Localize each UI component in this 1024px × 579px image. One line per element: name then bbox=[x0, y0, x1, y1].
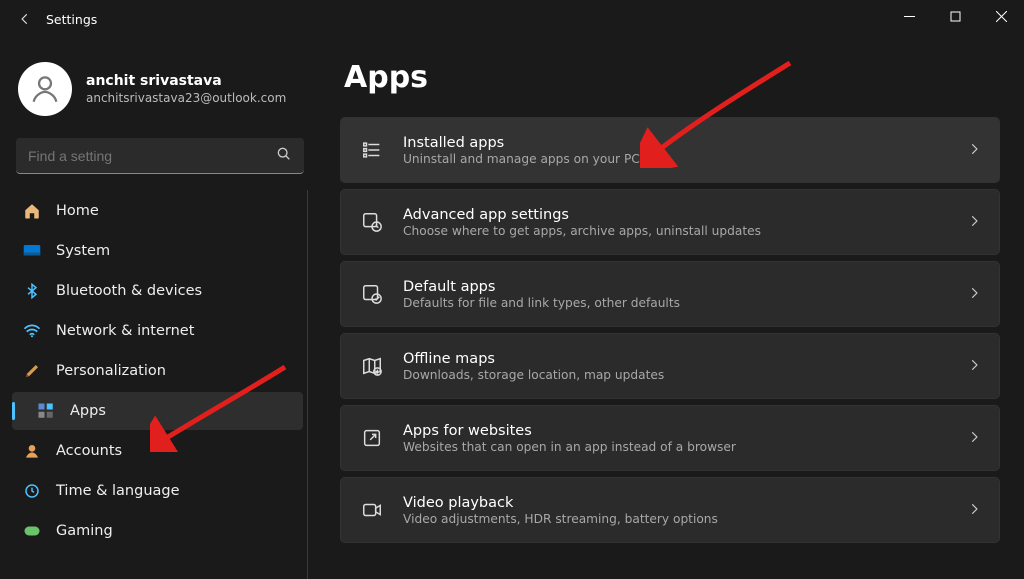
chevron-right-icon bbox=[967, 213, 981, 232]
system-icon bbox=[22, 244, 42, 258]
card-title: Apps for websites bbox=[403, 423, 949, 439]
chevron-right-icon bbox=[967, 141, 981, 160]
sidebar-item-label: System bbox=[56, 243, 110, 259]
app-settings-icon bbox=[359, 211, 385, 233]
search-icon bbox=[276, 146, 292, 166]
sidebar-item-label: Network & internet bbox=[56, 323, 194, 339]
maximize-button[interactable] bbox=[932, 0, 978, 32]
sidebar-item-time[interactable]: Time & language bbox=[12, 472, 303, 510]
profile-email: anchitsrivastava23@outlook.com bbox=[86, 91, 286, 105]
profile-block[interactable]: anchit srivastava anchitsrivastava23@out… bbox=[12, 48, 308, 134]
window-title: Settings bbox=[46, 12, 97, 27]
card-title: Advanced app settings bbox=[403, 207, 949, 223]
open-external-icon bbox=[359, 427, 385, 449]
card-title: Video playback bbox=[403, 495, 949, 511]
sidebar-item-label: Time & language bbox=[56, 483, 180, 499]
card-video-playback[interactable]: Video playback Video adjustments, HDR st… bbox=[340, 477, 1000, 543]
card-subtitle: Downloads, storage location, map updates bbox=[403, 368, 949, 382]
sidebar-item-label: Apps bbox=[70, 403, 106, 419]
card-subtitle: Websites that can open in an app instead… bbox=[403, 440, 949, 454]
map-icon bbox=[359, 355, 385, 377]
close-button[interactable] bbox=[978, 0, 1024, 32]
sidebar-item-label: Home bbox=[56, 203, 99, 219]
bluetooth-icon bbox=[22, 283, 42, 299]
apps-icon bbox=[36, 402, 56, 420]
sidebar-item-apps[interactable]: Apps bbox=[12, 392, 303, 430]
default-apps-icon bbox=[359, 283, 385, 305]
profile-name: anchit srivastava bbox=[86, 73, 286, 89]
sidebar-item-home[interactable]: Home bbox=[12, 192, 303, 230]
card-offline-maps[interactable]: Offline maps Downloads, storage location… bbox=[340, 333, 1000, 399]
sidebar: anchit srivastava anchitsrivastava23@out… bbox=[0, 38, 318, 579]
wifi-icon bbox=[22, 324, 42, 338]
card-title: Offline maps bbox=[403, 351, 949, 367]
sidebar-item-bluetooth[interactable]: Bluetooth & devices bbox=[12, 272, 303, 310]
card-title: Installed apps bbox=[403, 135, 949, 151]
back-button[interactable] bbox=[10, 4, 40, 34]
card-installed-apps[interactable]: Installed apps Uninstall and manage apps… bbox=[340, 117, 1000, 183]
sidebar-item-label: Accounts bbox=[56, 443, 122, 459]
gaming-icon bbox=[22, 524, 42, 538]
page-title: Apps bbox=[344, 60, 1000, 95]
sidebar-item-network[interactable]: Network & internet bbox=[12, 312, 303, 350]
chevron-right-icon bbox=[967, 429, 981, 448]
card-subtitle: Choose where to get apps, archive apps, … bbox=[403, 224, 949, 238]
chevron-right-icon bbox=[967, 357, 981, 376]
titlebar: Settings bbox=[0, 0, 1024, 38]
card-subtitle: Defaults for file and link types, other … bbox=[403, 296, 949, 310]
sidebar-item-personalization[interactable]: Personalization bbox=[12, 352, 303, 390]
card-apps-for-websites[interactable]: Apps for websites Websites that can open… bbox=[340, 405, 1000, 471]
card-subtitle: Uninstall and manage apps on your PC bbox=[403, 152, 949, 166]
nav-list: Home System Bluetooth & devices Network … bbox=[12, 190, 308, 579]
card-title: Default apps bbox=[403, 279, 949, 295]
card-subtitle: Video adjustments, HDR streaming, batter… bbox=[403, 512, 949, 526]
sidebar-item-label: Bluetooth & devices bbox=[56, 283, 202, 299]
video-icon bbox=[359, 499, 385, 521]
sidebar-item-label: Gaming bbox=[56, 523, 113, 539]
sidebar-item-label: Personalization bbox=[56, 363, 166, 379]
brush-icon bbox=[22, 362, 42, 380]
chevron-right-icon bbox=[967, 285, 981, 304]
sidebar-item-system[interactable]: System bbox=[12, 232, 303, 270]
avatar bbox=[18, 62, 72, 116]
sidebar-item-accounts[interactable]: Accounts bbox=[12, 432, 303, 470]
list-icon bbox=[359, 139, 385, 161]
search-input[interactable] bbox=[28, 148, 276, 164]
accounts-icon bbox=[22, 443, 42, 459]
card-advanced-app-settings[interactable]: Advanced app settings Choose where to ge… bbox=[340, 189, 1000, 255]
home-icon bbox=[22, 202, 42, 220]
chevron-right-icon bbox=[967, 501, 981, 520]
main-content: Apps Installed apps Uninstall and manage… bbox=[318, 38, 1024, 579]
sidebar-item-gaming[interactable]: Gaming bbox=[12, 512, 303, 550]
minimize-button[interactable] bbox=[886, 0, 932, 32]
card-default-apps[interactable]: Default apps Defaults for file and link … bbox=[340, 261, 1000, 327]
search-box[interactable] bbox=[16, 138, 304, 174]
clock-icon bbox=[22, 483, 42, 499]
